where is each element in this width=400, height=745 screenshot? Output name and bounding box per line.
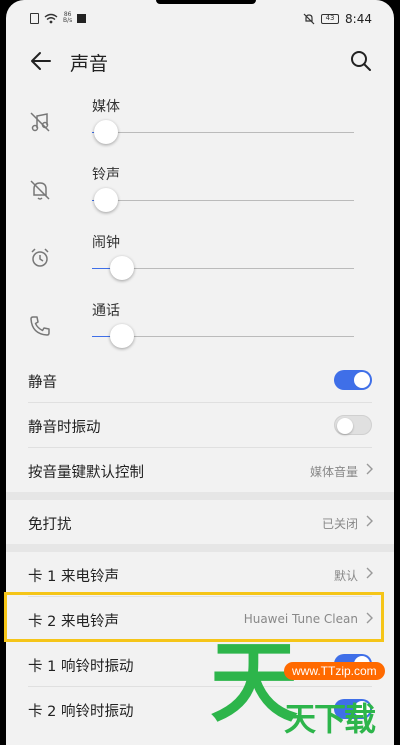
volume-slider[interactable] [92,256,354,280]
chevron-right-icon [366,463,373,475]
slider-thumb[interactable] [109,324,134,348]
sim1-ringtone-value: 默认 [333,569,358,583]
section-gap [6,492,394,500]
bell-off-icon [30,180,50,200]
slider-thumb[interactable] [109,256,134,280]
sim1-ringtone-row[interactable]: 卡 1 来电铃声 默认 [6,552,394,596]
volume-call: 通话 [6,292,394,360]
network-speed: 86 B/s [63,11,73,24]
music-off-icon [30,112,50,132]
sim2-ringtone-row[interactable]: 卡 2 来电铃声 Huawei Tune Clean [6,597,394,641]
toggle-knob [354,701,370,717]
app-bar: 声音 [6,36,394,86]
phone-icon [30,316,50,336]
sim2-ringtone-label: 卡 2 来电铃声 [28,614,119,630]
sim1-vibrate-toggle[interactable] [334,654,372,674]
sim1-ringtone-label: 卡 1 来电铃声 [28,569,119,585]
sim2-vibrate-row[interactable]: 卡 2 响铃时振动 [6,687,394,731]
silent-row[interactable]: 静音 [6,358,394,402]
sim2-ringtone-value: Huawei Tune Clean [243,612,358,626]
volume-key-row[interactable]: 按音量键默认控制 媒体音量 [6,448,394,492]
volume-ringtone: 铃声 [6,156,394,224]
alarm-clock-icon [31,248,49,267]
slider-thumb[interactable] [93,188,118,212]
slider-thumb[interactable] [93,120,118,144]
sim1-vibrate-row[interactable]: 卡 1 响铃时振动 [6,642,394,686]
volume-label: 媒体 [92,99,120,115]
volume-label: 通话 [92,303,120,319]
volume-label: 铃声 [92,167,120,183]
volume-key-label: 按音量键默认控制 [28,465,144,481]
silent-vibrate-row[interactable]: 静音时振动 [6,403,394,447]
volume-slider[interactable] [92,120,354,144]
silent-toggle[interactable] [334,370,372,390]
volume-slider[interactable] [92,324,354,348]
search-icon[interactable] [348,48,374,74]
status-bar: 86 B/s 43 8:44 [6,0,394,36]
volume-media: 媒体 [6,88,394,156]
sim-icon [30,12,39,24]
sim1-vibrate-label: 卡 1 响铃时振动 [28,659,134,675]
section-gap [6,544,394,552]
settings-screen: 86 B/s 43 8:44 声音 媒体 铃声 闹钟 通话 静音 静音时振动 按… [6,0,394,745]
volume-slider[interactable] [92,188,354,212]
dnd-row[interactable]: 免打扰 已关闭 [6,500,394,544]
volume-label: 闹钟 [92,235,120,251]
silent-label: 静音 [28,375,57,391]
chevron-right-icon [366,515,373,527]
chevron-right-icon [366,612,373,624]
toggle-knob [354,372,370,388]
battery-icon: 43 [321,14,340,24]
back-arrow-icon[interactable] [28,48,54,74]
page-title: 声音 [70,53,109,75]
dnd-value: 已关闭 [321,517,358,531]
toggle-knob [337,418,353,434]
dnd-label: 免打扰 [28,517,72,533]
wifi-icon [44,13,58,23]
volume-key-value: 媒体音量 [309,465,358,479]
volume-alarm: 闹钟 [6,224,394,292]
sim2-vibrate-toggle[interactable] [334,699,372,719]
toggle-knob [354,656,370,672]
chevron-right-icon [366,567,373,579]
clock: 8:44 [345,12,372,26]
sim2-vibrate-label: 卡 2 响铃时振动 [28,704,134,720]
bell-off-icon [303,13,315,25]
notification-icon [77,13,87,23]
silent-vibrate-toggle[interactable] [334,415,372,435]
silent-vibrate-label: 静音时振动 [28,420,101,436]
